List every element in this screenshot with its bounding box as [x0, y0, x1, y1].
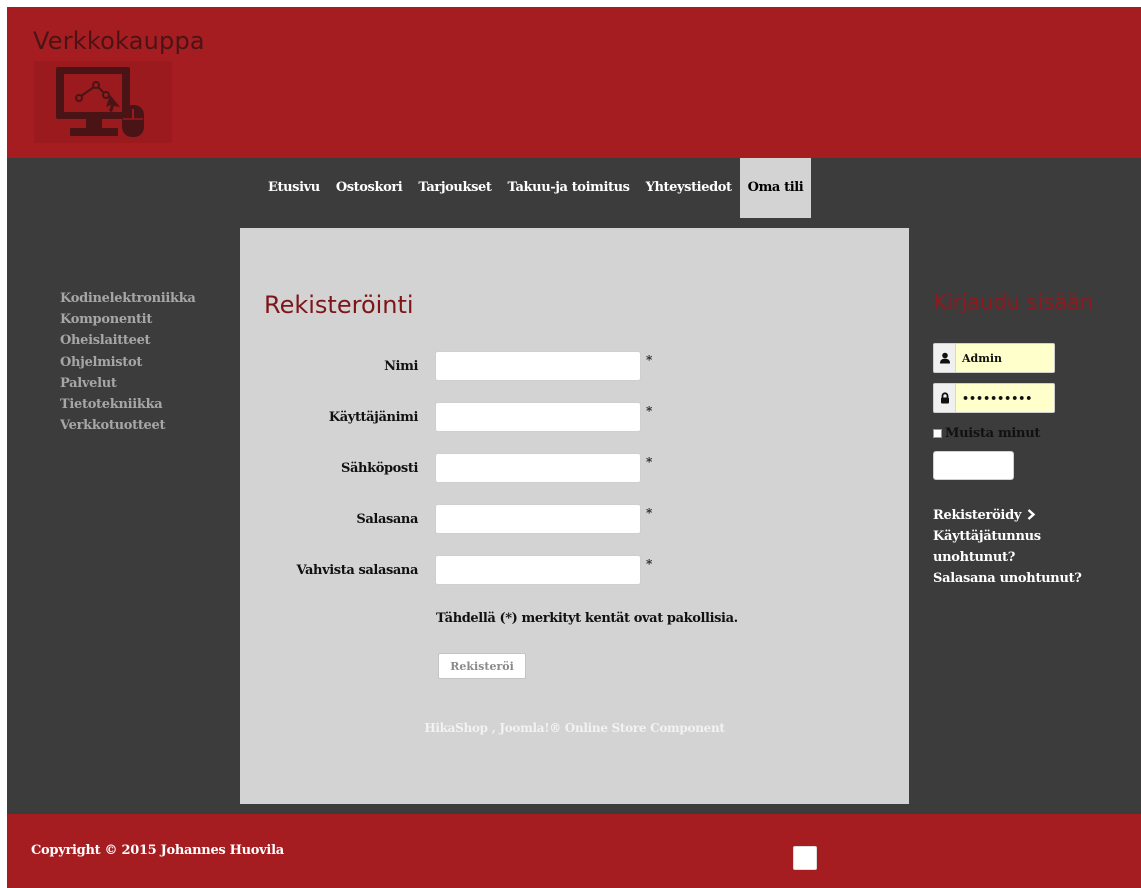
name-label: Nimi: [384, 359, 418, 374]
nav-item-takuu-ja-toimitus[interactable]: Takuu-ja toimitus: [499, 158, 637, 218]
email-label: Sähköposti: [341, 461, 418, 476]
copyright-text: Copyright © 2015 Johannes Huovila: [31, 843, 284, 858]
required-mark: *: [646, 404, 653, 418]
lock-icon: [934, 384, 956, 412]
required-mark: *: [646, 557, 653, 571]
forgot-username-link[interactable]: Käyttäjätunnus unohtunut?: [933, 526, 1093, 568]
login-password-field[interactable]: ••••••••••: [933, 383, 1055, 413]
page: Verkkokauppa Etusivu Ostoskori Tarjoukse…: [7, 7, 1141, 888]
password-label: Salasana: [356, 512, 418, 527]
register-link-label: Rekisteröidy: [933, 508, 1022, 523]
login-links: Rekisteröidy Käyttäjätunnus unohtunut? S…: [933, 505, 1093, 589]
category-item[interactable]: Komponentit: [60, 309, 196, 330]
confirm-password-field[interactable]: [435, 555, 641, 585]
nav-item-ostoskori[interactable]: Ostoskori: [328, 158, 411, 218]
chevron-right-icon: [1028, 509, 1036, 520]
register-link[interactable]: Rekisteröidy: [933, 505, 1093, 526]
nav-item-oma-tili[interactable]: Oma tili: [739, 158, 812, 218]
login-username-field[interactable]: Admin: [933, 343, 1055, 373]
site-footer: Copyright © 2015 Johannes Huovila: [7, 814, 1141, 888]
name-field[interactable]: [435, 351, 641, 381]
category-item[interactable]: Ohjelmistot: [60, 352, 196, 373]
category-item[interactable]: Tietotekniikka: [60, 394, 196, 415]
password-field[interactable]: [435, 504, 641, 534]
nav-item-tarjoukset[interactable]: Tarjoukset: [410, 158, 499, 218]
back-to-top-button[interactable]: [793, 846, 817, 870]
password-value: ••••••••••: [962, 391, 1033, 405]
required-note: Tähdellä (*) merkityt kentät ovat pakoll…: [436, 611, 738, 626]
computer-mouse-logo-icon: [56, 67, 144, 137]
site-logo[interactable]: [34, 61, 172, 143]
remember-me: Muista minut: [933, 426, 1040, 441]
main-nav: Etusivu Ostoskori Tarjoukset Takuu-ja to…: [260, 158, 812, 218]
nav-item-etusivu[interactable]: Etusivu: [260, 158, 328, 218]
form-row-name: Nimi *: [240, 351, 909, 383]
remember-label: Muista minut: [945, 426, 1041, 441]
category-item[interactable]: Palvelut: [60, 373, 196, 394]
remember-checkbox[interactable]: [933, 429, 942, 438]
email-field[interactable]: [435, 453, 641, 483]
site-name[interactable]: Verkkokauppa: [33, 27, 205, 55]
register-button[interactable]: Rekisteröi: [438, 653, 526, 679]
form-row-email: Sähköposti *: [240, 453, 909, 485]
forgot-password-link[interactable]: Salasana unohtunut?: [933, 568, 1093, 589]
form-row-password: Salasana *: [240, 504, 909, 536]
form-row-confirm-password: Vahvista salasana *: [240, 555, 909, 587]
required-mark: *: [646, 455, 653, 469]
login-title: Kirjaudu sisään: [933, 290, 1094, 314]
username-field[interactable]: [435, 402, 641, 432]
required-mark: *: [646, 506, 653, 520]
powered-by-link[interactable]: HikaShop , Joomla!® Online Store Compone…: [240, 721, 909, 735]
page-title: Rekisteröinti: [264, 291, 414, 319]
category-item[interactable]: Verkkotuotteet: [60, 415, 196, 436]
user-icon: [934, 344, 956, 372]
category-menu: Kodinelektroniikka Komponentit Oheislait…: [60, 288, 196, 436]
nav-item-yhteystiedot[interactable]: Yhteystiedot: [638, 158, 740, 218]
required-mark: *: [646, 353, 653, 367]
username-value: Admin: [962, 351, 1003, 365]
registration-panel: Rekisteröinti Nimi * Käyttäjänimi * Sähk…: [240, 228, 909, 804]
site-header: Verkkokauppa: [7, 7, 1141, 158]
category-item[interactable]: Kodinelektroniikka: [60, 288, 196, 309]
username-label: Käyttäjänimi: [328, 410, 419, 425]
confirm-password-label: Vahvista salasana: [296, 563, 419, 578]
category-item[interactable]: Oheislaitteet: [60, 330, 196, 351]
form-row-username: Käyttäjänimi *: [240, 402, 909, 434]
login-button[interactable]: [933, 451, 1014, 480]
